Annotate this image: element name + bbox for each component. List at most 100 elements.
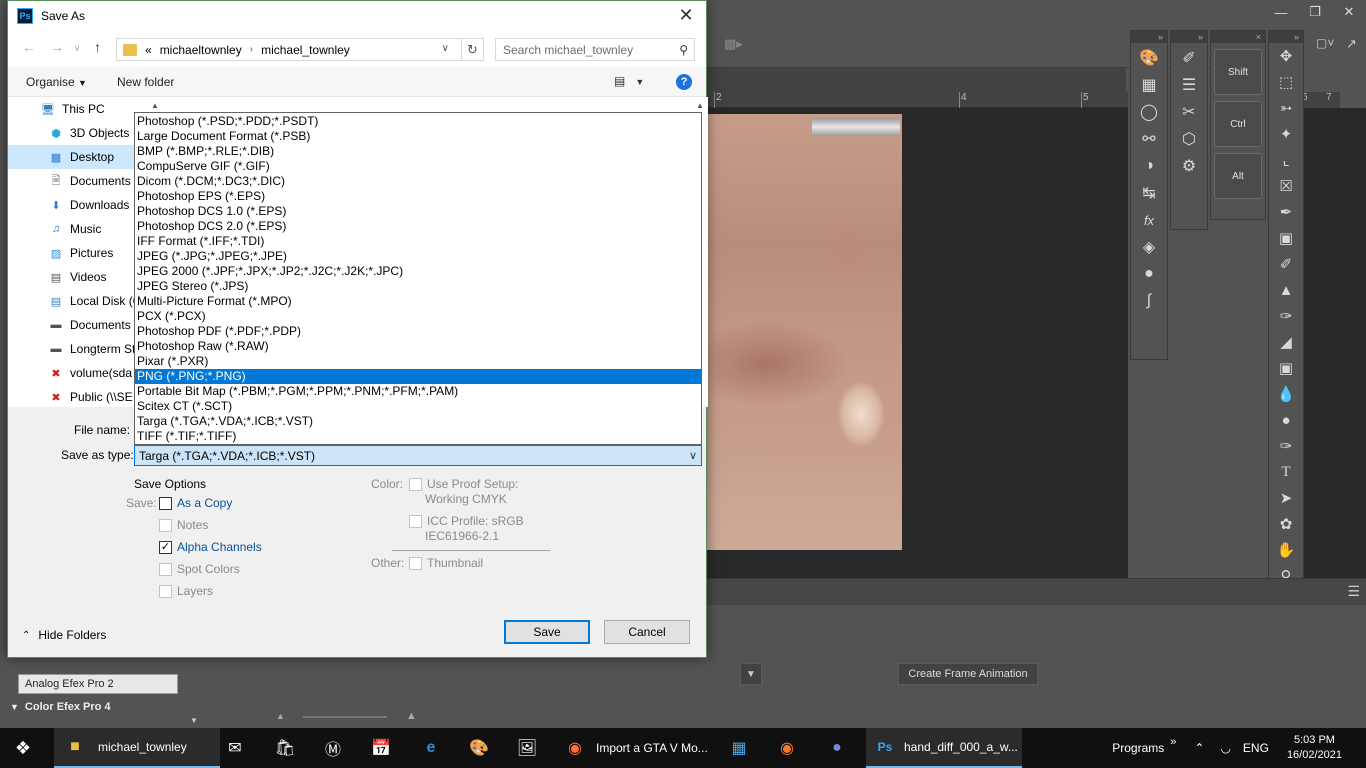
eraser-icon[interactable]: ◢	[1273, 331, 1299, 353]
file-type-option[interactable]: CompuServe GIF (*.GIF)	[135, 159, 701, 174]
double-chevron-icon[interactable]: »	[1170, 736, 1176, 748]
path-selection-icon[interactable]: ➤	[1273, 487, 1299, 509]
clock[interactable]: 5:03 PM 16/02/2021	[1287, 733, 1342, 763]
file-type-option[interactable]: BMP (*.BMP;*.RLE;*.DIB)	[135, 144, 701, 159]
file-type-option[interactable]: Photoshop DCS 1.0 (*.EPS)	[135, 204, 701, 219]
pen-tool-icon[interactable]: ✑	[1273, 435, 1299, 457]
3d-cube-icon[interactable]: ⬡	[1177, 127, 1201, 151]
back-arrow-icon[interactable]: ←	[22, 39, 36, 55]
video-camera-icon[interactable]: ▩▸	[724, 36, 743, 52]
lightbulb-icon[interactable]: ◯	[1137, 100, 1161, 124]
up-arrow-icon[interactable]: ↑	[94, 39, 101, 55]
workspace-icon[interactable]: ▢˅	[1316, 36, 1334, 50]
file-type-option[interactable]: PCX (*.PCX)	[135, 309, 701, 324]
libraries-icon[interactable]: ⚯	[1137, 127, 1161, 151]
dodge-tool-icon[interactable]: ●	[1273, 409, 1299, 431]
eyedropper-icon[interactable]: ✒	[1273, 201, 1299, 223]
taskbar-unreal[interactable]: Ⓜ	[322, 728, 344, 768]
taskbar-store[interactable]: 🛍	[274, 728, 296, 768]
file-type-option[interactable]: Large Document Format (*.PSB)	[135, 129, 701, 144]
zoom-out-icon[interactable]: ▲	[276, 711, 285, 721]
breadcrumb-overflow-icon[interactable]: «	[145, 43, 152, 57]
styles-icon[interactable]: ↹	[1137, 181, 1161, 205]
view-options-button[interactable]: ▤ ▼	[614, 74, 644, 88]
shift-key-button[interactable]: Shift	[1214, 49, 1262, 95]
zoom-in-icon[interactable]: ▲	[406, 710, 417, 722]
breadcrumb-separator-icon[interactable]: ›	[250, 44, 253, 55]
panel-menu-icon[interactable]: ☰	[1347, 583, 1360, 600]
file-type-option[interactable]: Photoshop Raw (*.RAW)	[135, 339, 701, 354]
type-tool-icon[interactable]: T	[1273, 461, 1299, 483]
analog-efex-item[interactable]: Analog Efex Pro 2	[18, 674, 178, 694]
start-button[interactable]: ❖	[12, 728, 34, 768]
organise-menu[interactable]: Organise ▼	[26, 75, 87, 89]
close-icon[interactable]: ×	[1256, 32, 1261, 42]
share-icon[interactable]: ↗	[1346, 36, 1357, 52]
chevron-down-icon[interactable]: ▼	[740, 663, 762, 685]
create-frame-animation-button[interactable]: Create Frame Animation	[898, 663, 1038, 685]
history-brush-icon[interactable]: ✑	[1273, 305, 1299, 327]
taskbar-mail[interactable]: ✉	[224, 728, 246, 768]
shape-tool-icon[interactable]: ✿	[1273, 513, 1299, 535]
sliders-icon[interactable]: ☰	[1177, 73, 1201, 97]
brush-tool-icon[interactable]: ✐	[1273, 253, 1299, 275]
wifi-icon[interactable]: ◡	[1220, 741, 1230, 755]
brush-icon[interactable]: ✐	[1177, 46, 1201, 70]
lasso-tool-icon[interactable]: ➳	[1273, 97, 1299, 119]
taskbar-blender[interactable]: ◉	[776, 728, 798, 768]
alt-key-button[interactable]: Alt	[1214, 153, 1262, 199]
stamp-tool-icon[interactable]: ▲	[1273, 279, 1299, 301]
document-image[interactable]	[706, 114, 902, 550]
taskbar-photos[interactable]: 🖼	[516, 728, 538, 768]
save-button[interactable]: Save	[504, 620, 590, 644]
taskbar-discord[interactable]: ●	[826, 728, 848, 768]
collapse-icon[interactable]: »	[1294, 32, 1299, 42]
healing-brush-icon[interactable]: ▣	[1273, 227, 1299, 249]
collapse-icon[interactable]: »	[1198, 32, 1203, 42]
color-efex-item[interactable]: ▼ Color Efex Pro 4	[10, 701, 111, 713]
adjustments-icon[interactable]: ◑	[1137, 154, 1161, 178]
settings-search-icon[interactable]: ⚙	[1177, 154, 1201, 178]
close-icon[interactable]: ✕	[1332, 0, 1366, 24]
file-type-option[interactable]: Dicom (*.DCM;*.DC3;*.DIC)	[135, 174, 701, 189]
fx-icon[interactable]: fx	[1137, 208, 1161, 232]
file-type-option[interactable]: JPEG (*.JPG;*.JPEG;*.JPE)	[135, 249, 701, 264]
hand-tool-icon[interactable]: ✋	[1273, 539, 1299, 561]
new-folder-button[interactable]: New folder	[117, 75, 174, 89]
taskbar-folder-window[interactable]: ■ michael_townley	[54, 728, 220, 768]
save-as-type-select[interactable]: Targa (*.TGA;*.VDA;*.ICB;*.VST) ∨	[134, 445, 702, 466]
cancel-button[interactable]: Cancel	[604, 620, 690, 644]
scroll-up-icon[interactable]: ▲	[151, 101, 159, 110]
frame-tool-icon[interactable]: ☒	[1273, 175, 1299, 197]
move-tool-icon[interactable]: ✥	[1273, 45, 1299, 67]
file-type-option[interactable]: Photoshop EPS (*.EPS)	[135, 189, 701, 204]
file-type-option[interactable]: PNG (*.PNG;*.PNG)	[135, 369, 701, 384]
programs-toolbar[interactable]: Programs	[1112, 741, 1164, 755]
file-type-dropdown-list[interactable]: Photoshop (*.PSD;*.PDD;*.PSDT) Large Docu…	[134, 112, 702, 445]
file-type-option[interactable]: JPEG Stereo (*.JPS)	[135, 279, 701, 294]
crop-tool-icon[interactable]: ⌞	[1273, 149, 1299, 171]
file-type-option[interactable]: Portable Bit Map (*.PBM;*.PGM;*.PPM;*.PN…	[135, 384, 701, 399]
search-input[interactable]: Search michael_townley ⚲	[495, 38, 695, 61]
language-indicator[interactable]: ENG	[1243, 741, 1269, 755]
magic-wand-icon[interactable]: ✦	[1273, 123, 1299, 145]
layers-icon[interactable]: ◈	[1137, 235, 1161, 259]
taskbar-firefox-window[interactable]: ◉ Import a GTA V Mo...	[560, 728, 710, 768]
as-a-copy-option[interactable]: As a Copy	[159, 496, 232, 510]
forward-arrow-icon[interactable]: →	[50, 39, 64, 55]
breadcrumb-segment[interactable]: michael_townley	[261, 43, 350, 57]
refresh-icon[interactable]: ↻	[462, 38, 484, 61]
help-icon[interactable]: ?	[676, 74, 692, 90]
chevron-up-icon[interactable]: ⌃	[1194, 741, 1204, 755]
color-palette-icon[interactable]: 🎨	[1137, 46, 1161, 70]
hide-folders-button[interactable]: ⌃ Hide Folders	[22, 628, 106, 642]
file-type-option[interactable]: Targa (*.TGA;*.VDA;*.ICB;*.VST)	[135, 414, 701, 429]
marquee-tool-icon[interactable]: ⬚	[1273, 71, 1299, 93]
swatches-grid-icon[interactable]: ▦	[1137, 73, 1161, 97]
timeline-zoom-slider[interactable]: ▲ ▲	[276, 710, 426, 722]
file-type-option[interactable]: Photoshop (*.PSD;*.PDD;*.PSDT)	[135, 114, 701, 129]
breadcrumb-segment[interactable]: michaeltownley	[160, 43, 242, 57]
file-type-option[interactable]: JPEG 2000 (*.JPF;*.JPX;*.JP2;*.J2C;*.J2K…	[135, 264, 701, 279]
taskbar-calendar[interactable]: 📅	[370, 728, 392, 768]
taskbar-edge[interactable]: e	[420, 728, 442, 768]
